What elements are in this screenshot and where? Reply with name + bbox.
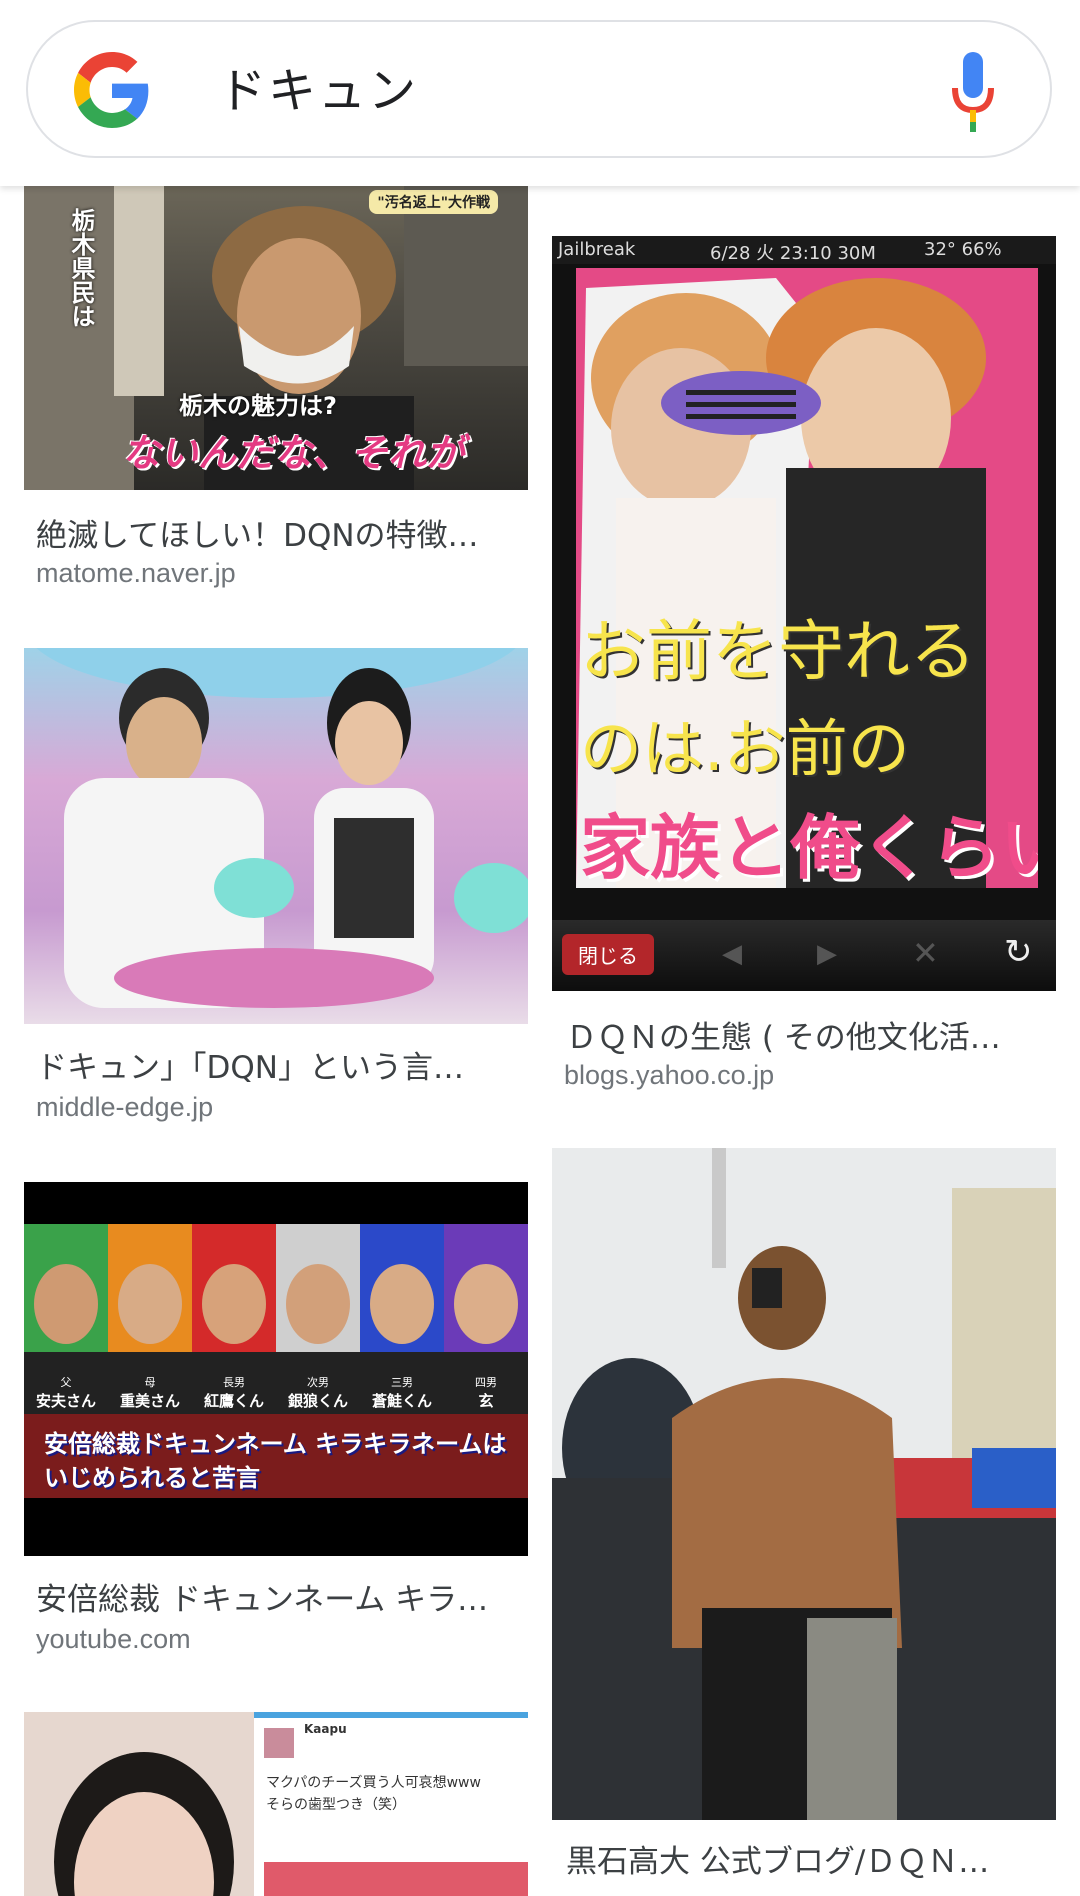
tweet-user: Kaapu [304,1722,347,1736]
member-name: 銀狼くん [287,1392,348,1410]
sticker-text-line-2: のは.お前の [580,712,910,785]
member-label: 長男 紅鷹くん [192,1374,276,1411]
member-role: 次男 [307,1376,329,1389]
result-thumbnail-5[interactable] [552,1148,1056,1820]
result-thumbnail-4[interactable]: 父 安夫さん 母 重美さん 長男 紅鷹くん 次男 銀狼くん 三男 蒼鮭くん 四男… [24,1182,528,1556]
member-label: 父 安夫さん [24,1374,108,1411]
result-thumbnail-6[interactable]: Kaapu マクパのチーズ買う人可哀想www そらの歯型つき（笑） [24,1712,528,1896]
result-card-2[interactable]: Jailbreak 6/28 火 23:10 30M 32° 66% お前を守れ… [552,236,1056,1106]
member-name: 蒼鮭くん [371,1392,432,1410]
headline-line-2: いじめられると苦言 [44,1464,260,1492]
member-role: 父 [60,1376,72,1389]
result-card-1[interactable]: "汚名返上"大作戦 栃木県民は 栃木の魅力は? ないんだな、それが 絶滅してほし… [24,186,528,606]
tweet-text-2: そらの歯型つき（笑） [266,1797,406,1813]
image-search-page: ドキュン "汚名返上"大作戦 栃木県民は 栃木の魅力は? ないんだな、それが 絶… [0,0,1080,1896]
member-label: 四男 玄 [444,1374,528,1411]
tweet-text-1: マクパのチーズ買う人可哀想www [266,1775,481,1791]
member-role: 三男 [391,1376,413,1389]
back-arrow-icon[interactable]: ◀ [722,938,742,969]
status-battery: 32° 66% [924,239,1002,260]
result-domain-3[interactable]: middle-edge.jp [36,1092,213,1123]
result-domain-1[interactable]: matome.naver.jp [36,558,236,589]
result-card-5[interactable]: 黒石高大 公式ブログ/ＤＱＮ… [552,1148,1056,1896]
result-domain-4[interactable]: youtube.com [36,1624,191,1655]
member-name: 安夫さん [35,1392,96,1410]
result-thumbnail-3[interactable] [24,648,528,1024]
overlay-badge: "汚名返上"大作戦 [369,190,498,214]
member-name: 玄 [478,1392,494,1410]
phone-status-bar: Jailbreak 6/28 火 23:10 30M 32° 66% [552,236,1056,264]
member-label: 母 重美さん [108,1374,192,1411]
result-thumbnail-1[interactable]: "汚名返上"大作戦 栃木県民は 栃木の魅力は? ないんだな、それが [24,186,528,490]
member-label: 次男 銀狼くん [276,1374,360,1411]
search-header: ドキュン [0,0,1080,186]
forward-arrow-icon[interactable]: ▶ [817,938,837,969]
thumbnail-image-tv-studio [36,648,528,1008]
overlay-answer: ないんだな、それが [122,431,465,475]
result-card-3[interactable]: ドキュン」「DQN」という言… middle-edge.jp [24,648,528,1128]
member-label: 三男 蒼鮭くん [360,1374,444,1411]
close-button[interactable]: 閉じる [562,934,654,975]
result-domain-2[interactable]: blogs.yahoo.co.jp [564,1060,774,1091]
result-card-6[interactable]: Kaapu マクパのチーズ買う人可哀想www そらの歯型つき（笑） [24,1712,528,1896]
sticker-photo: お前を守れる のは.お前の 家族と俺くらい [576,268,1038,888]
search-query[interactable]: ドキュン [218,56,418,126]
status-carrier: Jailbreak [558,239,636,260]
result-title-2[interactable]: ＤＱＮの生態 ( その他文化活… [566,1012,1001,1057]
status-time: 6/28 火 23:10 30M [710,243,876,264]
result-card-4[interactable]: 父 安夫さん 母 重美さん 長男 紅鷹くん 次男 銀狼くん 三男 蒼鮭くん 四男… [24,1182,528,1662]
member-role: 母 [144,1376,156,1389]
result-title-3[interactable]: ドキュン」「DQN」という言… [36,1042,464,1087]
phone-toolbar: 閉じる ◀ ▶ ✕ ↻ [552,920,1056,991]
member-name: 重美さん [119,1392,180,1410]
result-title-1[interactable]: 絶滅してほしい！DQNの特徴… [36,510,479,555]
member-role: 四男 [475,1376,497,1389]
sticker-text-line-1: お前を守れる [580,613,976,690]
refresh-icon[interactable]: ↻ [1004,932,1033,972]
family-labels: 父 安夫さん 母 重美さん 長男 紅鷹くん 次男 銀狼くん 三男 蒼鮭くん 四男… [24,1374,528,1411]
member-name: 紅鷹くん [203,1392,264,1410]
thumbnail-image-gym-selfie [552,1148,1056,1820]
member-role: 長男 [223,1376,245,1389]
overlay-question: 栃木の魅力は? [179,392,337,420]
close-x-icon[interactable]: ✕ [912,934,939,972]
result-thumbnail-2[interactable]: Jailbreak 6/28 火 23:10 30M 32° 66% お前を守れ… [552,236,1056,991]
result-title-5[interactable]: 黒石高大 公式ブログ/ＤＱＮ… [566,1836,989,1881]
microphone-icon[interactable] [950,52,996,132]
search-bar[interactable]: ドキュン [26,20,1052,158]
family-panel: 父 安夫さん 母 重美さん 長男 紅鷹くん 次男 銀狼くん 三男 蒼鮭くん 四男… [24,1224,528,1498]
sticker-text-line-3: 家族と俺くらい [580,807,1038,888]
result-title-4[interactable]: 安倍総裁 ドキュンネーム キラ… [36,1574,488,1619]
headline-line-1: 安倍総裁ドキュンネーム キラキラネームは [44,1430,507,1458]
google-g-logo-icon[interactable] [74,52,150,128]
overlay-vertical-text: 栃木県民は [67,208,95,328]
